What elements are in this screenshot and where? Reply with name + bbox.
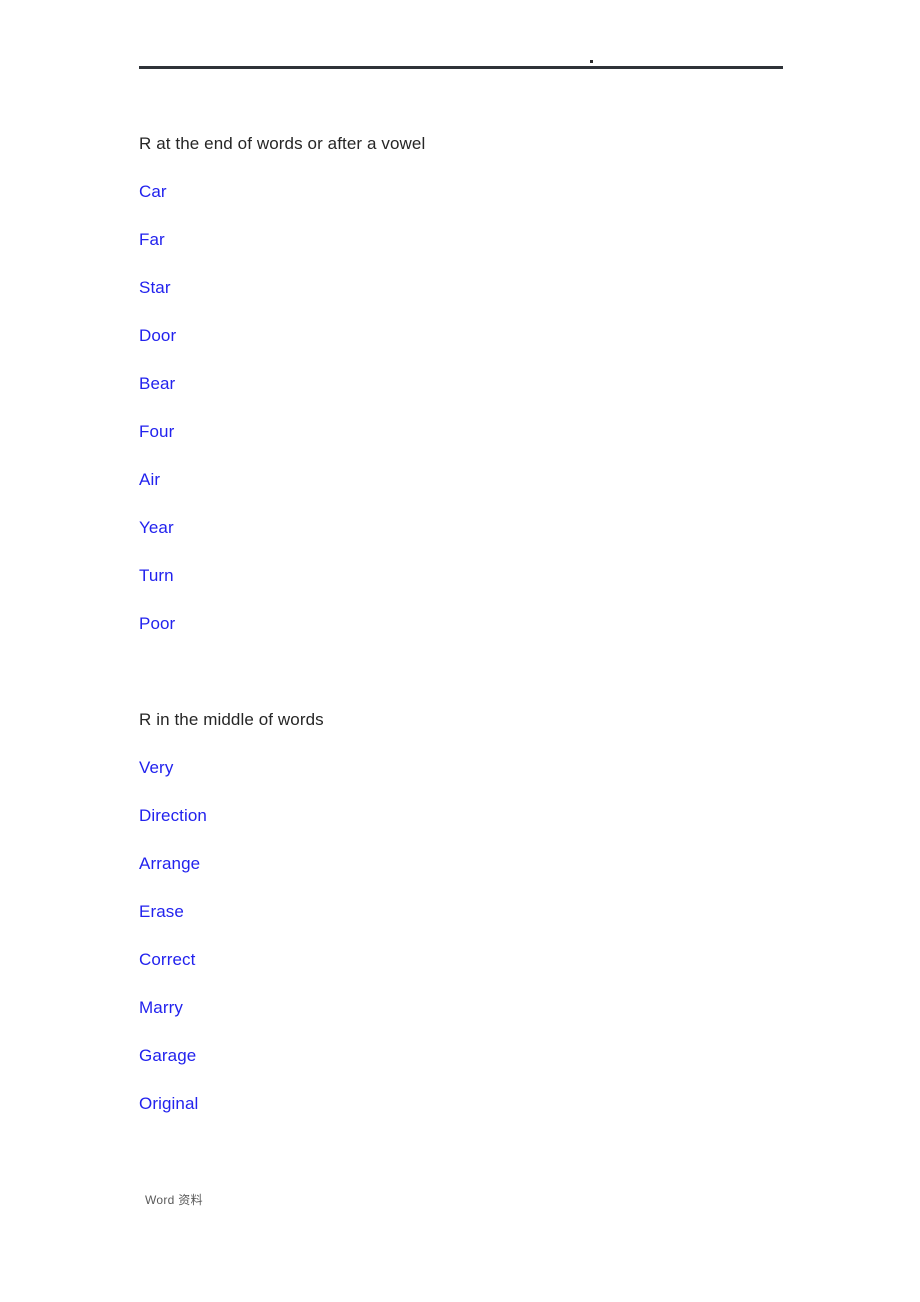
list-item: Very bbox=[139, 758, 174, 777]
list-item: Year bbox=[139, 518, 174, 537]
list-item: Door bbox=[139, 326, 177, 345]
section-r-end-of-words: R at the end of words or after a vowel C… bbox=[139, 120, 839, 648]
list-item: Four bbox=[139, 422, 175, 441]
list-item: Correct bbox=[139, 950, 196, 969]
list-item: Far bbox=[139, 230, 165, 249]
word-list-middle-of-words: Very Direction Arrange Erase Correct Mar… bbox=[139, 744, 839, 1128]
list-item: Original bbox=[139, 1094, 199, 1113]
document-page: R at the end of words or after a vowel C… bbox=[0, 0, 920, 1302]
list-item: Car bbox=[139, 182, 167, 201]
list-item: Poor bbox=[139, 614, 176, 633]
list-item: Turn bbox=[139, 566, 174, 585]
footer-label: Word 资料 bbox=[145, 1193, 203, 1207]
list-item: Arrange bbox=[139, 854, 201, 873]
header-horizontal-rule bbox=[139, 66, 783, 69]
list-item: Air bbox=[139, 470, 161, 489]
section-heading: R in the middle of words bbox=[139, 710, 324, 729]
list-item: Star bbox=[139, 278, 171, 297]
word-list-end-of-words: Car Far Star Door Bear Four Air Year Tur… bbox=[139, 168, 839, 648]
list-item: Direction bbox=[139, 806, 207, 825]
document-body: R at the end of words or after a vowel C… bbox=[139, 120, 839, 1128]
list-item: Garage bbox=[139, 1046, 197, 1065]
list-item: Erase bbox=[139, 902, 184, 921]
section-heading: R at the end of words or after a vowel bbox=[139, 134, 426, 153]
page-footer: Word 资料 bbox=[0, 1192, 920, 1232]
page-header bbox=[0, 0, 920, 100]
header-dot-mark bbox=[590, 60, 593, 63]
empty-paragraph bbox=[139, 648, 839, 696]
section-r-middle-of-words: R in the middle of words Very Direction … bbox=[139, 696, 839, 1128]
list-item: Marry bbox=[139, 998, 183, 1017]
list-item: Bear bbox=[139, 374, 176, 393]
